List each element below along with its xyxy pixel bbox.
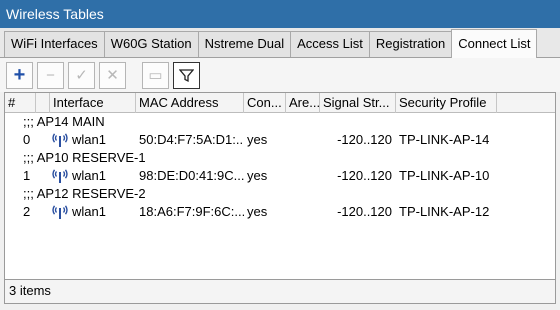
row-flags [36, 203, 50, 221]
column-header-area[interactable]: Are... [286, 93, 320, 113]
row-number: 0 [23, 132, 31, 147]
security-profile: TP-LINK-AP-14 [399, 132, 490, 147]
column-header-mac-address[interactable]: MAC Address [136, 93, 244, 113]
filter-button[interactable] [173, 61, 200, 89]
row-number: 1 [23, 168, 31, 183]
remove-button[interactable]: − [37, 61, 64, 89]
security-profile: TP-LINK-AP-12 [399, 204, 490, 219]
tab-access-list[interactable]: Access List [290, 31, 370, 57]
mac-address: 18:A6:F7:9F:6C:... [139, 204, 244, 219]
plus-icon: + [13, 63, 26, 86]
table-header: # Interface MAC Address Con... Are... Si… [5, 93, 555, 113]
note-icon: ▭ [148, 67, 163, 84]
table-row[interactable]: 2 wlan1 18:A6:F7:9F:6C:... yes -120..120… [5, 203, 555, 221]
x-icon: ✕ [106, 67, 119, 84]
wireless-antenna-icon [52, 205, 68, 219]
row-comment[interactable]: ;;; AP10 RESERVE-1 [5, 149, 555, 167]
wireless-antenna-icon [52, 133, 68, 147]
interface-cell: wlan1 [50, 203, 136, 221]
row-comment[interactable]: ;;; AP14 MAIN [5, 113, 555, 131]
disable-button[interactable]: ✕ [99, 61, 126, 89]
interface-cell: wlan1 [50, 167, 136, 185]
tab-bar: WiFi Interfaces W60G Station Nstreme Dua… [0, 28, 560, 58]
signal-strength-range: -120..120 [337, 204, 392, 219]
connect-value: yes [247, 132, 268, 147]
check-icon: ✓ [75, 67, 88, 84]
interface-name: wlan1 [72, 204, 106, 219]
tab-nstreme-dual[interactable]: Nstreme Dual [197, 31, 292, 57]
column-header-connect[interactable]: Con... [244, 93, 286, 113]
area-value [286, 203, 320, 221]
status-bar: 3 items [4, 280, 556, 304]
connect-value: yes [247, 168, 268, 183]
connect-list-table: # Interface MAC Address Con... Are... Si… [4, 92, 556, 280]
tab-wifi-interfaces[interactable]: WiFi Interfaces [4, 31, 105, 57]
mac-address: 98:DE:D0:41:9C... [139, 168, 244, 183]
row-flags [36, 167, 50, 185]
column-header-security-profile[interactable]: Security Profile [396, 93, 497, 113]
table-row[interactable]: 1 wlan1 98:DE:D0:41:9C... yes -120..120 … [5, 167, 555, 185]
column-header-signal-strength[interactable]: Signal Str... [320, 93, 396, 113]
add-button[interactable]: + [6, 61, 33, 89]
row-comment[interactable]: ;;; AP12 RESERVE-2 [5, 185, 555, 203]
row-flags [36, 131, 50, 149]
toolbar: + − ✓ ✕ ▭ [0, 58, 560, 92]
security-profile: TP-LINK-AP-10 [399, 168, 490, 183]
connect-value: yes [247, 204, 268, 219]
signal-strength-range: -120..120 [337, 168, 392, 183]
column-header-flags[interactable] [36, 93, 50, 113]
wireless-antenna-icon [52, 169, 68, 183]
item-count: 3 items [9, 283, 51, 298]
mac-address: 50:D4:F7:5A:D1:... [139, 132, 244, 147]
interface-name: wlan1 [72, 168, 106, 183]
interface-cell: wlan1 [50, 131, 136, 149]
signal-strength-range: -120..120 [337, 132, 392, 147]
table-row[interactable]: 0 wlan1 50:D4:F7:5A:D1:... yes -120..120… [5, 131, 555, 149]
area-value [286, 167, 320, 185]
enable-button[interactable]: ✓ [68, 61, 95, 89]
comment-button[interactable]: ▭ [142, 61, 169, 89]
column-header-interface[interactable]: Interface [50, 93, 136, 113]
window-title: Wireless Tables [0, 0, 560, 28]
row-number: 2 [23, 204, 31, 219]
tab-registration[interactable]: Registration [368, 31, 453, 57]
tab-w60g-station[interactable]: W60G Station [103, 31, 199, 57]
column-header-number[interactable]: # [5, 93, 36, 113]
interface-name: wlan1 [72, 132, 106, 147]
area-value [286, 131, 320, 149]
filter-icon [179, 68, 194, 82]
column-header-filler [497, 93, 555, 113]
tab-connect-list[interactable]: Connect List [451, 29, 538, 58]
minus-icon: − [46, 66, 55, 84]
